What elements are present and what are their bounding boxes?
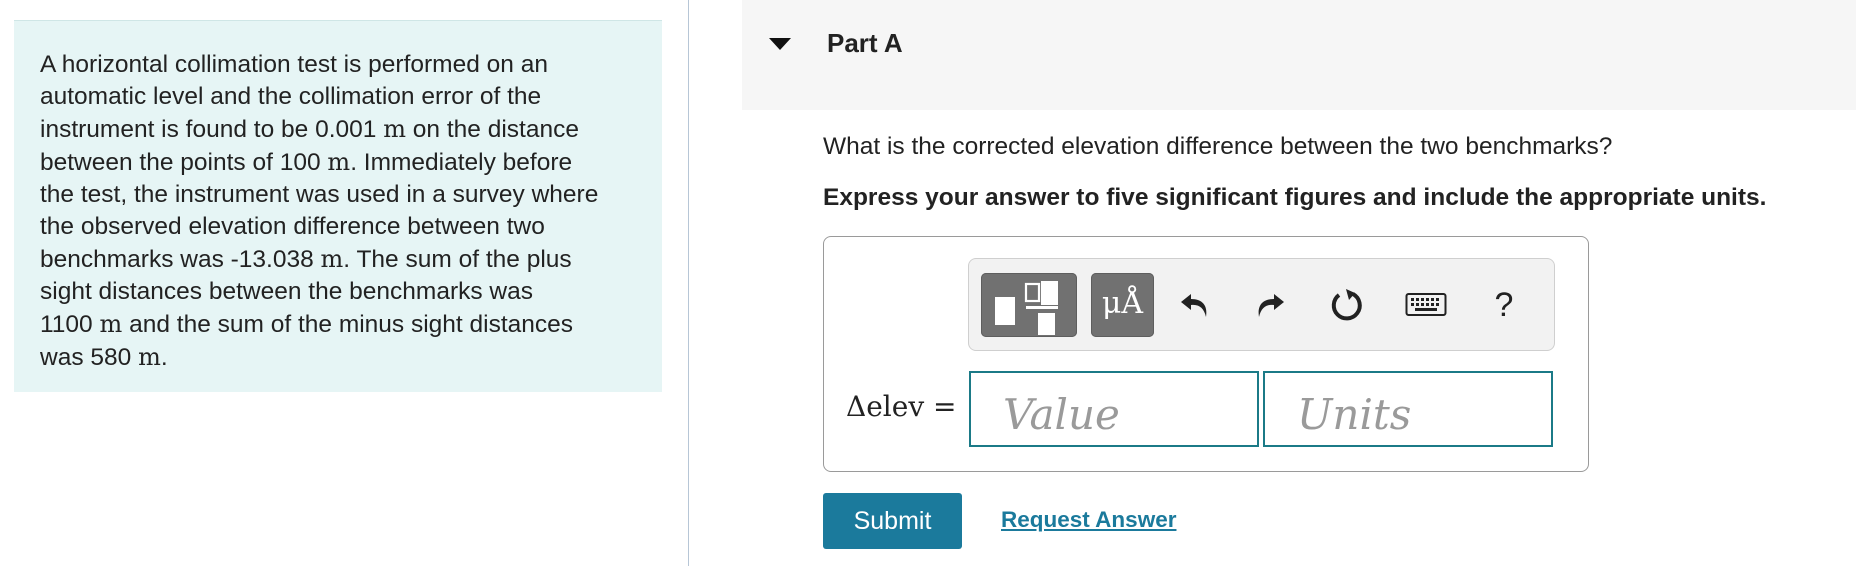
problem-line: A horizontal collimation test is perform… [40, 49, 636, 81]
problem-text: automatic level and the collimation erro… [40, 83, 542, 110]
problem-text: A horizontal collimation test is perform… [40, 51, 548, 78]
reset-button[interactable] [1323, 281, 1371, 329]
problem-line: the observed elevation difference betwee… [40, 211, 636, 243]
instruction-text: Express your answer to five significant … [823, 184, 1767, 211]
redo-button[interactable] [1245, 281, 1293, 329]
problem-text: benchmarks was -13.038 [40, 246, 321, 273]
unit-symbol: m [383, 115, 406, 143]
problem-text: . [160, 344, 168, 371]
units-icon: μÅ [1101, 286, 1144, 321]
unit-symbol: m [99, 310, 123, 338]
panel-divider [688, 0, 689, 566]
part-title: Part A [827, 28, 903, 58]
answer-label: Δelev = [846, 390, 957, 423]
problem-text: . The sum of the plus [343, 246, 572, 273]
problem-text: instrument is found to be 0.001 [40, 116, 384, 143]
problem-text: the observed elevation difference betwee… [40, 213, 545, 240]
unit-symbol: m [320, 245, 344, 273]
problem-line: sight distances between the benchmarks w… [40, 276, 636, 308]
reset-icon [1331, 289, 1362, 321]
problem-line: instrument is found to be 0.001 m on the… [40, 113, 636, 146]
problem-line: was 580 m. [40, 341, 636, 374]
problem-text: on the distance [405, 116, 579, 143]
math-toolbar: μÅ ? [968, 258, 1555, 351]
problem-line: benchmarks was -13.038 m. The sum of the… [40, 243, 636, 276]
keyboard-icon [1405, 293, 1447, 316]
problem-text: between the points of 100 [40, 149, 328, 176]
templates-icon [995, 281, 1058, 335]
problem-text: the test, the instrument was used in a s… [40, 181, 599, 208]
redo-icon [1258, 294, 1284, 317]
problem-text: was 580 [40, 344, 139, 371]
value-input[interactable] [969, 371, 1259, 447]
unit-symbol: m [327, 148, 351, 176]
problem-text: and the sum of the minus sight distances [122, 311, 574, 338]
unit-symbol: m [138, 343, 161, 371]
problem-text: 1100 [40, 311, 100, 338]
keyboard-button[interactable] [1402, 281, 1450, 329]
problem-line: the test, the instrument was used in a s… [40, 179, 636, 211]
problem-line: between the points of 100 m. Immediately… [40, 146, 636, 179]
units-input[interactable] [1263, 371, 1553, 447]
help-icon: ? [1494, 285, 1514, 324]
units-button[interactable]: μÅ [1091, 273, 1154, 337]
submit-button[interactable]: Submit [823, 493, 962, 549]
question-text: What is the corrected elevation differen… [823, 133, 1613, 160]
undo-button[interactable] [1172, 281, 1220, 329]
problem-line: 1100 m and the sum of the minus sight di… [40, 308, 636, 341]
request-answer-link[interactable]: Request Answer [1001, 507, 1176, 533]
undo-icon [1181, 294, 1207, 317]
problem-text: sight distances between the benchmarks w… [40, 278, 533, 305]
problem-statement: A horizontal collimation test is perform… [14, 20, 662, 392]
templates-button[interactable] [981, 273, 1077, 337]
problem-text: . Immediately before [350, 149, 573, 176]
part-header[interactable]: Part A [742, 0, 1856, 110]
help-button[interactable]: ? [1480, 281, 1528, 329]
collapse-caret-icon[interactable] [769, 38, 791, 50]
problem-line: automatic level and the collimation erro… [40, 81, 636, 113]
